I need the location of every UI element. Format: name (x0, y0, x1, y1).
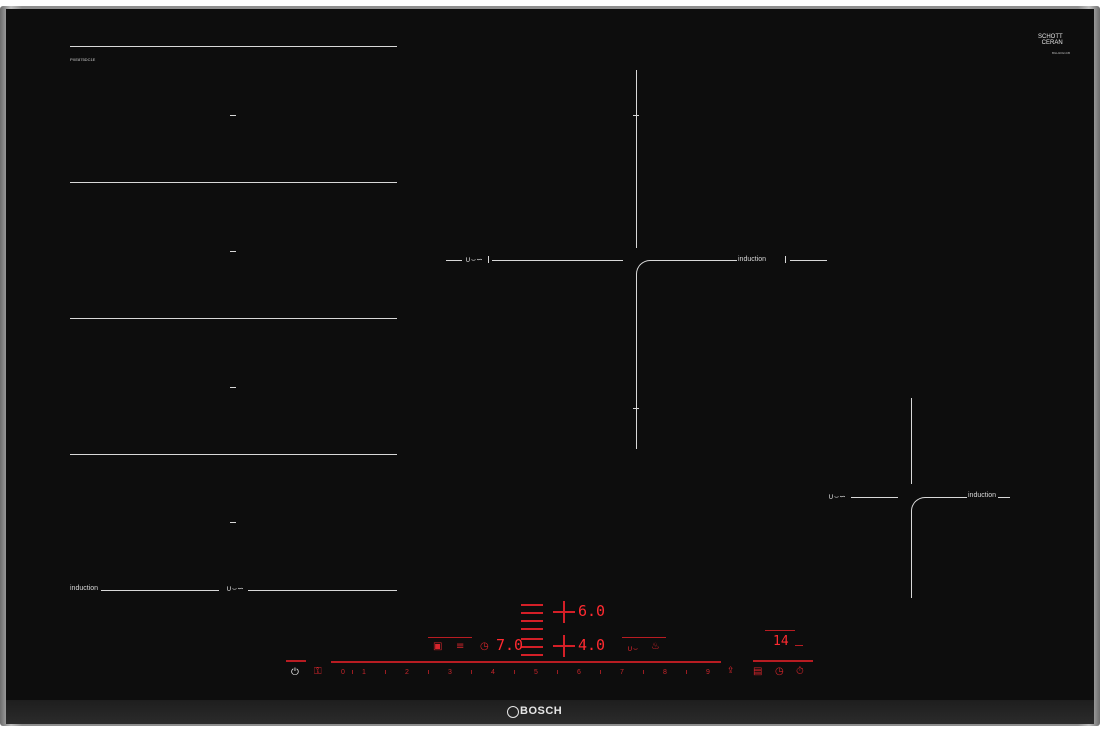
ceran-text: CERAN (1041, 40, 1063, 46)
glass-surface (6, 9, 1094, 719)
tick-4-5 (514, 670, 515, 674)
right-zone-hline-right (998, 497, 1010, 498)
left-zone-line-1 (70, 46, 397, 47)
tick-7-8 (643, 670, 644, 674)
slider-top-left (286, 660, 306, 662)
lower-zone-display: 4.0 (578, 636, 606, 654)
center-zone-bottom-marker (633, 408, 639, 409)
lower-plus-v (563, 635, 565, 657)
center-zone-top-marker (633, 115, 639, 116)
cook-level-bar-4 (521, 628, 543, 630)
zone-timer-icon[interactable]: ◷ (480, 642, 489, 652)
power-level-4[interactable]: 4 (491, 669, 495, 677)
left-zone-label: induction (70, 585, 99, 592)
right-panel-line (622, 637, 666, 638)
power-boost-icon[interactable]: ♨ (651, 642, 660, 652)
tick-3-4 (471, 670, 472, 674)
glass-code: BGH10G1CB (1052, 51, 1071, 55)
boost-icon[interactable]: ⇪ (727, 666, 735, 676)
left-zone-marker-1 (230, 115, 236, 116)
power-level-1[interactable]: 1 (362, 669, 366, 677)
tick-2-3 (428, 670, 429, 674)
center-zone-label: induction (738, 256, 767, 263)
flex-zone-icon[interactable]: ∪⌣ (627, 644, 638, 654)
power-level-3[interactable]: 3 (448, 669, 452, 677)
power-level-6[interactable]: 6 (577, 669, 581, 677)
left-zone-marker-3 (230, 387, 236, 388)
cook-level-bar-2 (521, 612, 543, 614)
tick-8-9 (686, 670, 687, 674)
upper-plus-v (563, 601, 565, 623)
center-zone-vline-top (636, 70, 637, 248)
cook-level-bar-1 (521, 604, 543, 606)
right-zone-corner (911, 497, 967, 598)
power-level-2[interactable]: 2 (405, 669, 409, 677)
right-flex-icon: ∪⌣∽ (828, 492, 846, 501)
brand-logo: BOSCH (520, 705, 563, 717)
timer-display: 14 (773, 634, 789, 649)
right-zone-label: induction (968, 492, 997, 499)
schott-ceran-logo: SCHOTT CERAN (1038, 34, 1063, 46)
left-zone-bottom-line-a (101, 590, 219, 591)
keep-warm-icon[interactable]: ▤ (753, 667, 762, 677)
power-level-7[interactable]: 7 (620, 669, 624, 677)
bosch-logo-icon (507, 706, 519, 718)
right-zone-vline-top (911, 398, 912, 484)
center-zone-right-tick (785, 256, 786, 263)
left-zone-marker-4 (230, 522, 236, 523)
left-zone-line-4 (70, 454, 397, 455)
cook-level-bar-3 (521, 620, 543, 622)
left-zone-display: 7.0 (496, 636, 524, 654)
model-label: PXE875DC1E (70, 57, 96, 62)
left-panel-line (428, 637, 472, 638)
left-zone-line-3 (70, 318, 397, 319)
timer-dash (795, 645, 803, 646)
stopwatch-icon[interactable]: ⏱ (796, 667, 804, 677)
center-zone-corner (636, 260, 737, 449)
upper-zone-display: 6.0 (578, 602, 606, 620)
slider-top-right (753, 660, 813, 662)
timer-icon[interactable]: ◷ (775, 667, 784, 677)
power-level-5[interactable]: 5 (534, 669, 538, 677)
heat-level-icon[interactable]: ≡ (456, 642, 464, 652)
tick-5-6 (557, 670, 558, 674)
left-zone-bottom-line-b (248, 590, 397, 591)
power-icon[interactable]: ⏻ (291, 668, 299, 678)
center-zone-left-tick (488, 256, 489, 263)
left-zone-marker-2 (230, 251, 236, 252)
power-level-8[interactable]: 8 (663, 669, 667, 677)
tick-0-1 (352, 670, 353, 674)
center-zone-hline-right (790, 260, 827, 261)
power-level-9[interactable]: 9 (706, 669, 710, 677)
right-zone-hline-left (851, 497, 898, 498)
power-level-0[interactable]: 0 (341, 669, 345, 677)
frying-sensor-icon[interactable]: ▣ (433, 642, 442, 652)
child-lock-icon[interactable]: ⚿ (314, 667, 322, 677)
power-slider-track[interactable] (331, 661, 721, 663)
timer-panel-line (765, 630, 795, 631)
left-zone-line-2 (70, 182, 397, 183)
tick-6-7 (600, 670, 601, 674)
cook-level-bar-5 (521, 638, 543, 640)
cook-level-bar-6 (521, 646, 543, 648)
center-zone-left-stub (446, 260, 462, 261)
tick-1-2 (385, 670, 386, 674)
center-flex-icon: ∪⌣∽ (465, 255, 483, 264)
left-flex-icon: ∪⌣∽ (226, 584, 244, 593)
center-zone-hline-left (492, 260, 623, 261)
cook-level-bar-7 (521, 654, 543, 656)
